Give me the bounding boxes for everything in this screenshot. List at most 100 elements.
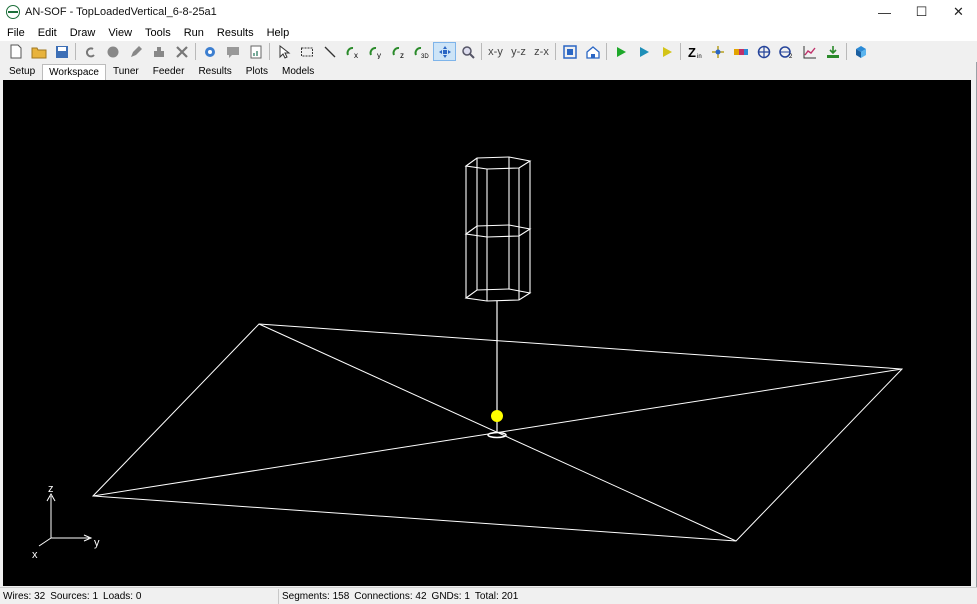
tab-feeder[interactable]: Feeder bbox=[146, 63, 192, 80]
menu-draw[interactable]: Draw bbox=[63, 27, 102, 39]
fit-view-button[interactable] bbox=[558, 42, 581, 61]
rotate-3d-button[interactable]: 3D bbox=[410, 42, 433, 61]
draw-line-button[interactable] bbox=[318, 42, 341, 61]
view-xy-button[interactable]: x-y bbox=[484, 42, 507, 61]
app-window: AN-SOF - TopLoadedVertical_6-8-25a1 — ☐ … bbox=[0, 0, 977, 604]
maximize-button[interactable]: ☐ bbox=[903, 0, 940, 24]
window-title: AN-SOF - TopLoadedVertical_6-8-25a1 bbox=[25, 6, 217, 18]
pencil-button[interactable] bbox=[124, 42, 147, 61]
marquee-select-icon bbox=[300, 47, 313, 56]
rotate-x-button[interactable]: x bbox=[341, 42, 364, 61]
toolbar-separator bbox=[606, 43, 607, 60]
info-button[interactable] bbox=[849, 42, 872, 61]
y-axis-label: y bbox=[94, 537, 100, 549]
tab-plots[interactable]: Plots bbox=[239, 63, 275, 80]
home-icon bbox=[585, 45, 600, 59]
tab-results[interactable]: Results bbox=[191, 63, 238, 80]
new-file-icon bbox=[10, 44, 21, 59]
menu-run[interactable]: Run bbox=[177, 27, 210, 39]
axis-triad bbox=[38, 492, 93, 547]
fit-view-icon bbox=[562, 44, 577, 59]
rotate-3d-icon: 3D bbox=[414, 46, 429, 59]
impedance-button[interactable]: Zin bbox=[683, 42, 706, 61]
settings-button[interactable] bbox=[198, 42, 221, 61]
play-teal-icon bbox=[639, 46, 649, 57]
menu-results[interactable]: Results bbox=[210, 27, 260, 39]
menu-view[interactable]: View bbox=[101, 27, 138, 39]
main-tabs: Setup Workspace Tuner Feeder Results Plo… bbox=[0, 62, 977, 80]
run-tuner-button[interactable] bbox=[632, 42, 655, 61]
near-field-icon bbox=[733, 48, 748, 55]
near-field-button[interactable] bbox=[729, 42, 752, 61]
top-hat-ring-bottom bbox=[464, 288, 532, 302]
menu-tools[interactable]: Tools bbox=[138, 27, 177, 39]
minimize-button[interactable]: — bbox=[866, 0, 903, 24]
toolbar-separator bbox=[555, 43, 556, 60]
connections-count: Connections: 42 bbox=[354, 590, 427, 602]
rect-select-button[interactable] bbox=[295, 42, 318, 61]
svg-text:z: z bbox=[400, 51, 404, 59]
export-button[interactable] bbox=[821, 42, 844, 61]
current-distribution-button[interactable] bbox=[706, 42, 729, 61]
voltage-source-marker[interactable] bbox=[491, 410, 503, 422]
svg-text:y: y bbox=[377, 51, 381, 59]
pointer-arrow-icon bbox=[279, 44, 290, 59]
app-logo-icon bbox=[6, 5, 20, 19]
status-pane-model: Wires: 32 Sources: 1 Loads: 0 bbox=[0, 588, 279, 604]
close-button[interactable]: ✕ bbox=[940, 0, 977, 24]
menu-bar: File Edit Draw View Tools Run Results He… bbox=[0, 24, 977, 41]
save-file-button[interactable] bbox=[50, 42, 73, 61]
title-bar[interactable]: AN-SOF - TopLoadedVertical_6-8-25a1 — ☐ … bbox=[0, 0, 977, 24]
total-count: Total: 201 bbox=[474, 590, 519, 602]
antenna-model-canvas[interactable]: z y x bbox=[3, 80, 971, 586]
paste-button[interactable] bbox=[147, 42, 170, 61]
home-view-button[interactable] bbox=[581, 42, 604, 61]
report-button[interactable] bbox=[244, 42, 267, 61]
gear-icon bbox=[204, 46, 215, 57]
view-yz-button[interactable]: y-z bbox=[507, 42, 530, 61]
top-hat-cage bbox=[464, 156, 532, 302]
run-button[interactable] bbox=[609, 42, 632, 61]
svg-text:Z: Z bbox=[688, 45, 696, 59]
circle-stop-icon bbox=[107, 46, 118, 57]
stop-button[interactable] bbox=[101, 42, 124, 61]
play-yellow-icon bbox=[662, 46, 672, 57]
radiation-pattern-button[interactable] bbox=[752, 42, 775, 61]
toolbar-separator bbox=[481, 43, 482, 60]
new-file-button[interactable] bbox=[4, 42, 27, 61]
menu-help[interactable]: Help bbox=[260, 27, 296, 39]
open-file-button[interactable] bbox=[27, 42, 50, 61]
wires-count: Wires: 32 bbox=[3, 590, 46, 602]
segments-count: Segments: 158 bbox=[282, 590, 350, 602]
run-feeder-button[interactable] bbox=[655, 42, 678, 61]
delete-button[interactable] bbox=[170, 42, 193, 61]
plot-button[interactable] bbox=[798, 42, 821, 61]
view-zx-button[interactable]: z-x bbox=[530, 42, 553, 61]
status-pane-mesh: Segments: 158 Connections: 42 GNDs: 1 To… bbox=[279, 589, 977, 604]
line-plot-icon bbox=[803, 45, 816, 58]
toolbar-separator bbox=[75, 43, 76, 60]
zoom-button[interactable] bbox=[456, 42, 479, 61]
rotate-z-button[interactable]: z bbox=[387, 42, 410, 61]
comment-button[interactable] bbox=[221, 42, 244, 61]
pan-button[interactable] bbox=[433, 42, 456, 61]
toolbar-separator bbox=[269, 43, 270, 60]
speech-bubble-icon bbox=[226, 46, 239, 58]
select-pointer-button[interactable] bbox=[272, 42, 295, 61]
menu-file[interactable]: File bbox=[0, 27, 31, 39]
top-hat-ring-middle bbox=[464, 224, 532, 238]
rotate-z-icon: z bbox=[392, 46, 404, 59]
far-field-button[interactable]: 2 bbox=[775, 42, 798, 61]
tab-models[interactable]: Models bbox=[275, 63, 321, 80]
workspace-3d-viewport[interactable]: z y x bbox=[3, 80, 971, 586]
tab-workspace[interactable]: Workspace bbox=[42, 64, 106, 80]
status-bar: Wires: 32 Sources: 1 Loads: 0 Segments: … bbox=[0, 587, 977, 604]
line-icon bbox=[324, 46, 335, 57]
menu-edit[interactable]: Edit bbox=[31, 27, 63, 39]
delete-x-icon bbox=[175, 45, 188, 58]
tab-tuner[interactable]: Tuner bbox=[106, 63, 146, 80]
rotate-y-button[interactable]: y bbox=[364, 42, 387, 61]
tab-setup[interactable]: Setup bbox=[2, 63, 42, 80]
undo-button[interactable] bbox=[78, 42, 101, 61]
z-axis-label: z bbox=[48, 483, 54, 495]
